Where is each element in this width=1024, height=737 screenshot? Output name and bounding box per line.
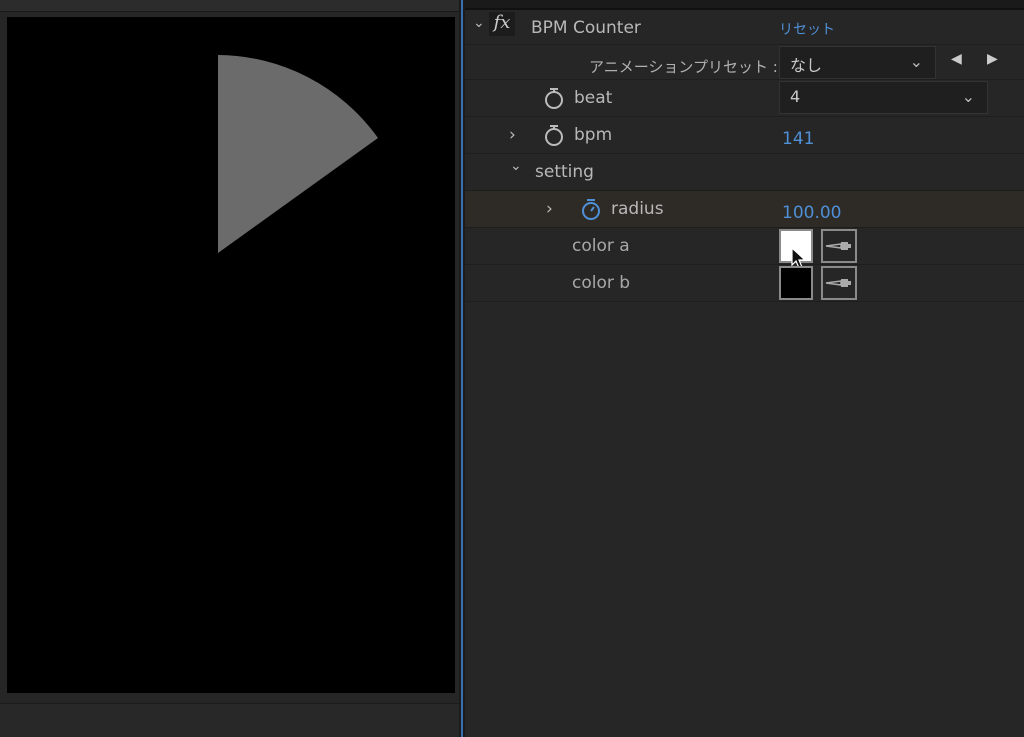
stopwatch-icon[interactable] — [544, 87, 564, 109]
preset-value: なし — [790, 56, 823, 75]
eyedropper-icon[interactable] — [821, 229, 857, 263]
preset-dropdown[interactable]: なし ⌄ — [779, 46, 936, 79]
bpm-label: bpm — [574, 125, 613, 145]
expand-chevron-icon[interactable]: › — [546, 199, 553, 219]
property-group-setting: ⌄ setting — [465, 154, 1024, 191]
bpm-value[interactable]: 141 — [782, 129, 814, 149]
collapse-chevron-icon[interactable]: ⌄ — [510, 158, 522, 174]
next-preset-button[interactable]: ▶ — [987, 51, 998, 67]
effect-controls-panel: ⌄ fx BPM Counter リセット アニメーションプリセット : なし … — [465, 0, 1024, 737]
stopwatch-icon-active[interactable] — [581, 198, 601, 220]
effect-header: ⌄ fx BPM Counter リセット — [465, 10, 1024, 45]
color-b-label: color b — [572, 273, 631, 293]
property-color-b: color b — [465, 265, 1024, 302]
property-bpm: › bpm 141 — [465, 117, 1024, 154]
radius-label: radius — [611, 199, 664, 219]
viewer-toolbar — [0, 703, 459, 737]
fx-icon[interactable]: fx — [489, 12, 515, 36]
radius-value[interactable]: 100.00 — [782, 203, 841, 223]
pie-wedge — [218, 55, 378, 253]
color-a-label: color a — [572, 236, 630, 256]
property-radius: › radius 100.00 — [465, 191, 1024, 228]
reset-link[interactable]: リセット — [779, 19, 835, 39]
color-b-swatch[interactable] — [779, 266, 813, 300]
prev-preset-button[interactable]: ◀ — [951, 51, 962, 67]
stopwatch-icon[interactable] — [544, 124, 564, 146]
property-beat: beat 4 ⌄ — [465, 80, 1024, 117]
chevron-down-icon: ⌄ — [961, 87, 975, 106]
collapse-chevron-icon[interactable]: ⌄ — [473, 15, 485, 31]
property-color-a: color a — [465, 228, 1024, 269]
preset-label: アニメーションプリセット : — [589, 58, 778, 76]
effect-name: BPM Counter — [531, 18, 641, 38]
composition-panel — [0, 0, 459, 737]
beat-label: beat — [574, 88, 613, 108]
beat-dropdown[interactable]: 4 ⌄ — [779, 81, 988, 114]
eyedropper-icon[interactable] — [821, 266, 857, 300]
beat-value: 4 — [790, 87, 801, 106]
preset-row: アニメーションプリセット : なし ⌄ ◀ ▶ — [465, 45, 1024, 80]
composition-viewer[interactable] — [7, 17, 455, 693]
setting-label: setting — [535, 162, 594, 182]
panel-tab-bar — [0, 0, 459, 12]
expand-chevron-icon[interactable]: › — [509, 125, 516, 145]
chevron-down-icon: ⌄ — [909, 52, 923, 71]
